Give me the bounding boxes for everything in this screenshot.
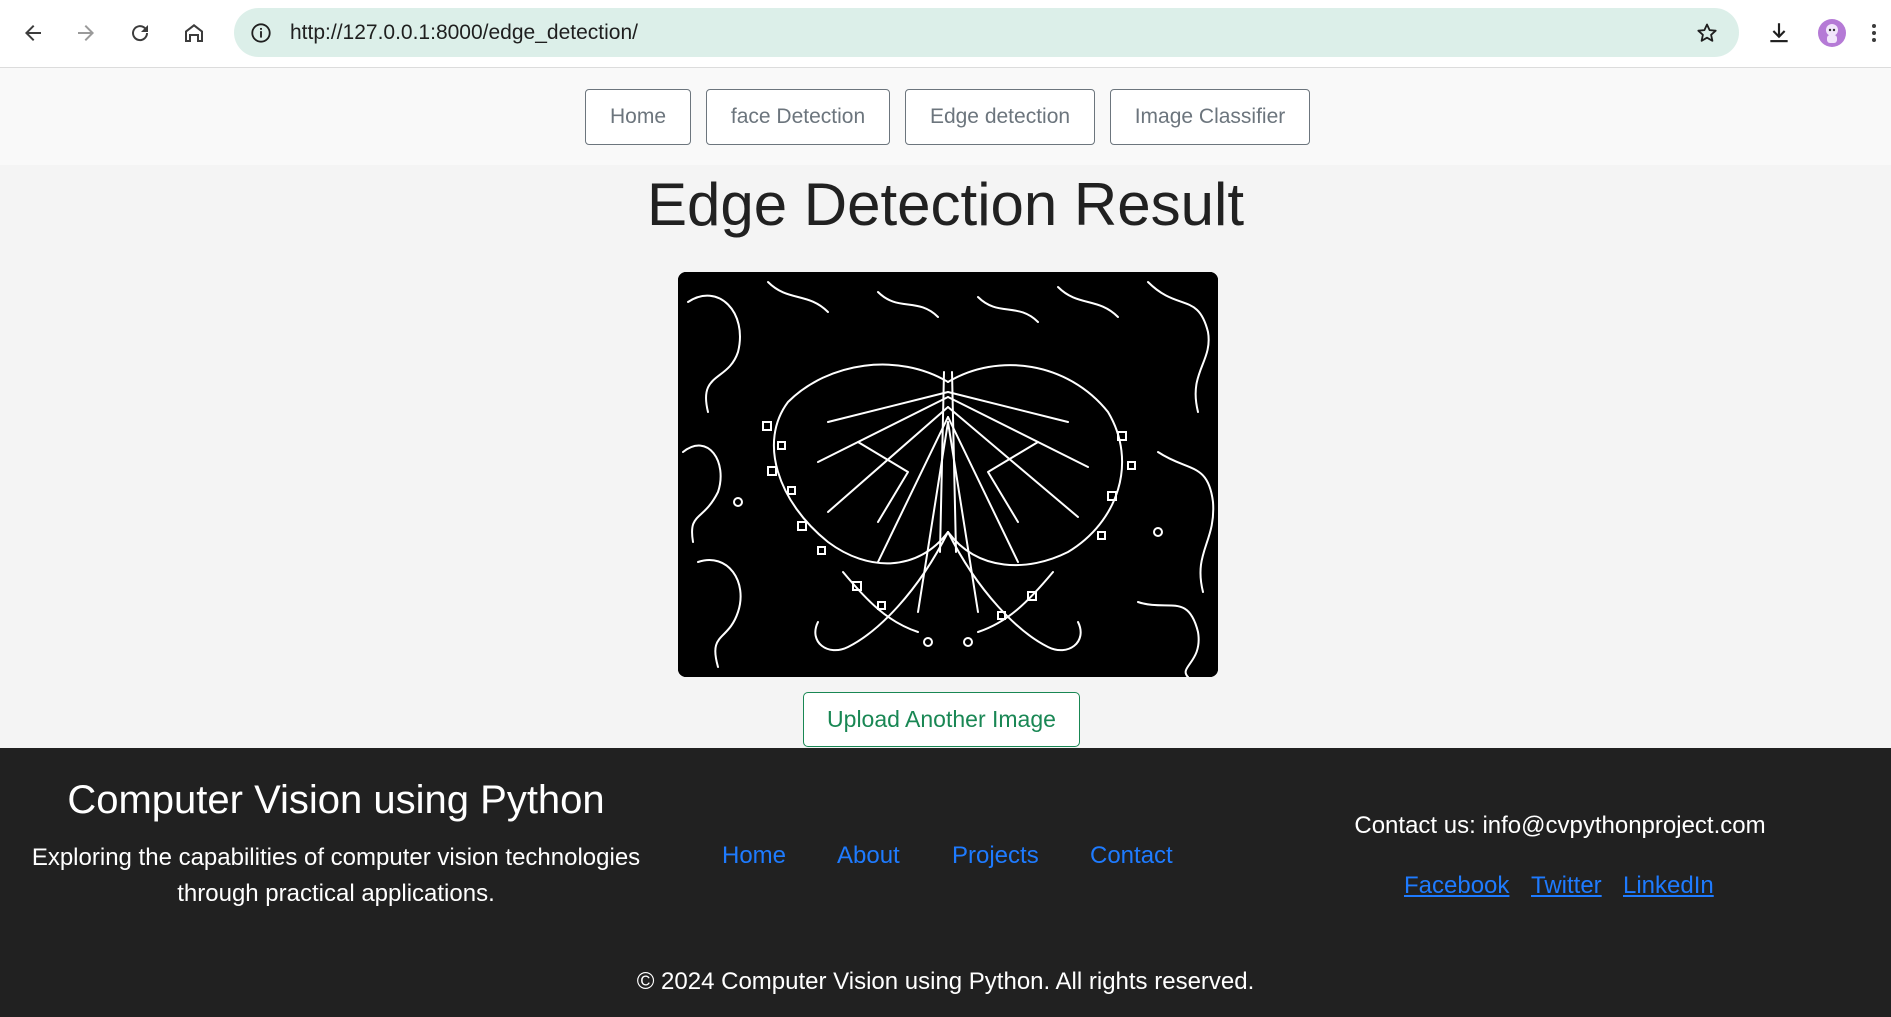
footer-contact: Contact us: info@cvpythonproject.com	[1354, 812, 1766, 839]
footer-social-twitter[interactable]: Twitter	[1531, 872, 1602, 900]
kebab-menu-icon[interactable]	[1862, 14, 1886, 52]
footer-description: Exploring the capabilities of computer v…	[31, 844, 641, 907]
top-nav: Home face Detection Edge detection Image…	[0, 68, 1891, 165]
upload-another-image-button[interactable]: Upload Another Image	[803, 692, 1080, 747]
url-text[interactable]: http://127.0.0.1:8000/edge_detection/	[290, 21, 638, 45]
footer-link-about[interactable]: About	[837, 842, 900, 870]
forward-arrow-icon[interactable]	[67, 14, 105, 52]
reload-icon[interactable]	[121, 14, 159, 52]
footer-link-contact[interactable]: Contact	[1090, 842, 1173, 870]
footer: Computer Vision using Python Exploring t…	[0, 748, 1891, 1017]
back-arrow-icon[interactable]	[14, 14, 52, 52]
footer-link-projects[interactable]: Projects	[952, 842, 1039, 870]
nav-edge-detection-button[interactable]: Edge detection	[905, 89, 1095, 145]
nav-image-classifier-button[interactable]: Image Classifier	[1110, 89, 1310, 145]
footer-title: Computer Vision using Python	[67, 778, 605, 822]
edge-detection-result-image	[678, 272, 1218, 677]
nav-home-button[interactable]: Home	[585, 89, 691, 145]
page-title: Edge Detection Result	[646, 171, 1244, 238]
home-icon[interactable]	[175, 14, 213, 52]
footer-social-linkedin[interactable]: LinkedIn	[1623, 872, 1714, 900]
site-info-icon[interactable]	[248, 20, 274, 46]
nav-face-detection-button[interactable]: face Detection	[706, 89, 890, 145]
footer-copyright: © 2024 Computer Vision using Python. All…	[636, 968, 1255, 995]
bookmark-star-icon[interactable]	[1693, 19, 1721, 47]
profile-avatar-icon[interactable]	[1813, 14, 1851, 52]
footer-social-facebook[interactable]: Facebook	[1404, 872, 1509, 900]
download-icon[interactable]	[1760, 14, 1798, 52]
browser-toolbar: http://127.0.0.1:8000/edge_detection/	[0, 0, 1891, 68]
address-bar[interactable]: http://127.0.0.1:8000/edge_detection/	[234, 8, 1739, 57]
footer-link-home[interactable]: Home	[722, 842, 786, 870]
